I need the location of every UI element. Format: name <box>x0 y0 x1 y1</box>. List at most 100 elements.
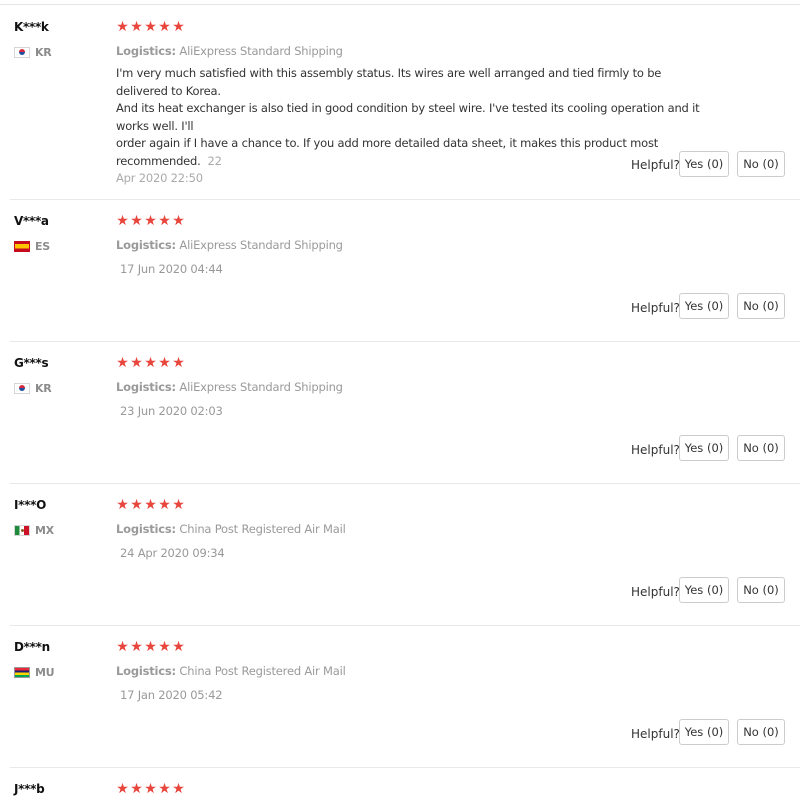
logistics-label: Logistics: <box>116 664 176 678</box>
reviewer-name: G***s <box>14 356 49 370</box>
star-icon: ★ <box>144 213 157 229</box>
review-date-cont: Apr 2020 22:50 <box>116 171 203 185</box>
star-icon: ★ <box>130 355 143 371</box>
star-icon: ★ <box>172 355 185 371</box>
review-content: I'm very much satisfied with this assemb… <box>116 65 716 188</box>
logistics-info: Logistics: China Post Registered Air Mai… <box>116 522 346 536</box>
helpful-no-button[interactable]: No (0) <box>737 435 785 461</box>
review-item: K***k KR ★ ★ ★ ★ ★ Logistics: AliExpress… <box>0 0 800 200</box>
flag-kr-icon <box>14 382 30 394</box>
review-item: I***O MX ★ ★ ★ ★ ★ Logistics: China Post… <box>0 484 800 626</box>
helpful-label: Helpful? <box>631 443 680 457</box>
reviewer-name: K***k <box>14 20 49 34</box>
reviewer-name: D***n <box>14 640 50 654</box>
star-icon: ★ <box>172 639 185 655</box>
star-icon: ★ <box>172 213 185 229</box>
star-icon: ★ <box>172 497 185 513</box>
helpful-yes-button[interactable]: Yes (0) <box>679 577 729 603</box>
star-icon: ★ <box>158 19 171 35</box>
review-text-line-last: order again if I have a chance to. If yo… <box>116 136 659 168</box>
star-rating: ★ ★ ★ ★ ★ <box>116 497 185 513</box>
star-icon: ★ <box>116 781 129 797</box>
country-code: MU <box>35 665 55 679</box>
helpful-yes-button[interactable]: Yes (0) <box>679 435 729 461</box>
star-icon: ★ <box>144 355 157 371</box>
review-item: V***a ES ★ ★ ★ ★ ★ Logistics: AliExpress… <box>0 200 800 342</box>
helpful-label: Helpful? <box>631 585 680 599</box>
reviewer-name: I***O <box>14 498 46 512</box>
review-date: 24 Apr 2020 09:34 <box>120 546 225 560</box>
reviewer-country: MX <box>14 523 54 537</box>
logistics-value: AliExpress Standard Shipping <box>179 44 343 58</box>
reviewer-name: V***a <box>14 214 49 228</box>
star-icon: ★ <box>144 781 157 797</box>
reviewer-name: J***b <box>14 782 45 796</box>
star-rating: ★ ★ ★ ★ ★ <box>116 355 185 371</box>
review-date: 22 <box>207 153 222 168</box>
review-text-line: I'm very much satisfied with this assemb… <box>116 66 662 98</box>
logistics-value: AliExpress Standard Shipping <box>179 380 343 394</box>
flag-kr-icon <box>14 46 30 58</box>
logistics-info: Logistics: AliExpress Standard Shipping <box>116 380 343 394</box>
star-icon: ★ <box>158 213 171 229</box>
review-item: J***b ★ ★ ★ ★ ★ <box>0 768 800 800</box>
star-icon: ★ <box>116 19 129 35</box>
logistics-info: Logistics: AliExpress Standard Shipping <box>116 238 343 252</box>
star-icon: ★ <box>130 213 143 229</box>
helpful-no-button[interactable]: No (0) <box>737 577 785 603</box>
country-code: KR <box>35 381 52 395</box>
star-icon: ★ <box>130 781 143 797</box>
star-icon: ★ <box>158 639 171 655</box>
star-icon: ★ <box>144 497 157 513</box>
helpful-label: Helpful? <box>631 158 680 172</box>
country-code: MX <box>35 523 54 537</box>
review-date: 17 Jan 2020 05:42 <box>120 688 223 702</box>
star-icon: ★ <box>158 355 171 371</box>
star-icon: ★ <box>158 497 171 513</box>
country-code: ES <box>35 239 50 253</box>
star-icon: ★ <box>172 19 185 35</box>
helpful-label: Helpful? <box>631 301 680 315</box>
helpful-yes-button[interactable]: Yes (0) <box>679 151 729 177</box>
logistics-label: Logistics: <box>116 522 176 536</box>
logistics-info: Logistics: AliExpress Standard Shipping <box>116 44 343 58</box>
star-icon: ★ <box>116 497 129 513</box>
star-icon: ★ <box>130 497 143 513</box>
logistics-value: China Post Registered Air Mail <box>179 522 346 536</box>
helpful-no-button[interactable]: No (0) <box>737 719 785 745</box>
helpful-no-button[interactable]: No (0) <box>737 151 785 177</box>
review-text-line: And its heat exchanger is also tied in g… <box>116 101 700 133</box>
star-icon: ★ <box>144 19 157 35</box>
star-icon: ★ <box>116 213 129 229</box>
flag-es-icon <box>14 240 30 252</box>
reviewer-country: MU <box>14 665 55 679</box>
review-item: G***s KR ★ ★ ★ ★ ★ Logistics: AliExpress… <box>0 342 800 484</box>
review-item: D***n MU ★ ★ ★ ★ ★ Logistics: China Post… <box>0 626 800 768</box>
star-icon: ★ <box>144 639 157 655</box>
star-icon: ★ <box>116 639 129 655</box>
helpful-no-button[interactable]: No (0) <box>737 293 785 319</box>
star-icon: ★ <box>158 781 171 797</box>
logistics-value: AliExpress Standard Shipping <box>179 238 343 252</box>
star-icon: ★ <box>116 355 129 371</box>
review-date: 23 Jun 2020 02:03 <box>120 404 223 418</box>
review-date: 17 Jun 2020 04:44 <box>120 262 223 276</box>
helpful-label: Helpful? <box>631 727 680 741</box>
country-code: KR <box>35 45 52 59</box>
logistics-value: China Post Registered Air Mail <box>179 664 346 678</box>
logistics-label: Logistics: <box>116 380 176 394</box>
star-rating: ★ ★ ★ ★ ★ <box>116 213 185 229</box>
reviewer-country: KR <box>14 45 52 59</box>
star-icon: ★ <box>130 639 143 655</box>
star-icon: ★ <box>172 781 185 797</box>
helpful-yes-button[interactable]: Yes (0) <box>679 719 729 745</box>
logistics-label: Logistics: <box>116 238 176 252</box>
logistics-label: Logistics: <box>116 44 176 58</box>
star-rating: ★ ★ ★ ★ ★ <box>116 19 185 35</box>
logistics-info: Logistics: China Post Registered Air Mai… <box>116 664 346 678</box>
reviewer-country: ES <box>14 239 50 253</box>
flag-mx-icon <box>14 524 30 536</box>
flag-mu-icon <box>14 666 30 678</box>
star-rating: ★ ★ ★ ★ ★ <box>116 781 185 797</box>
helpful-yes-button[interactable]: Yes (0) <box>679 293 729 319</box>
